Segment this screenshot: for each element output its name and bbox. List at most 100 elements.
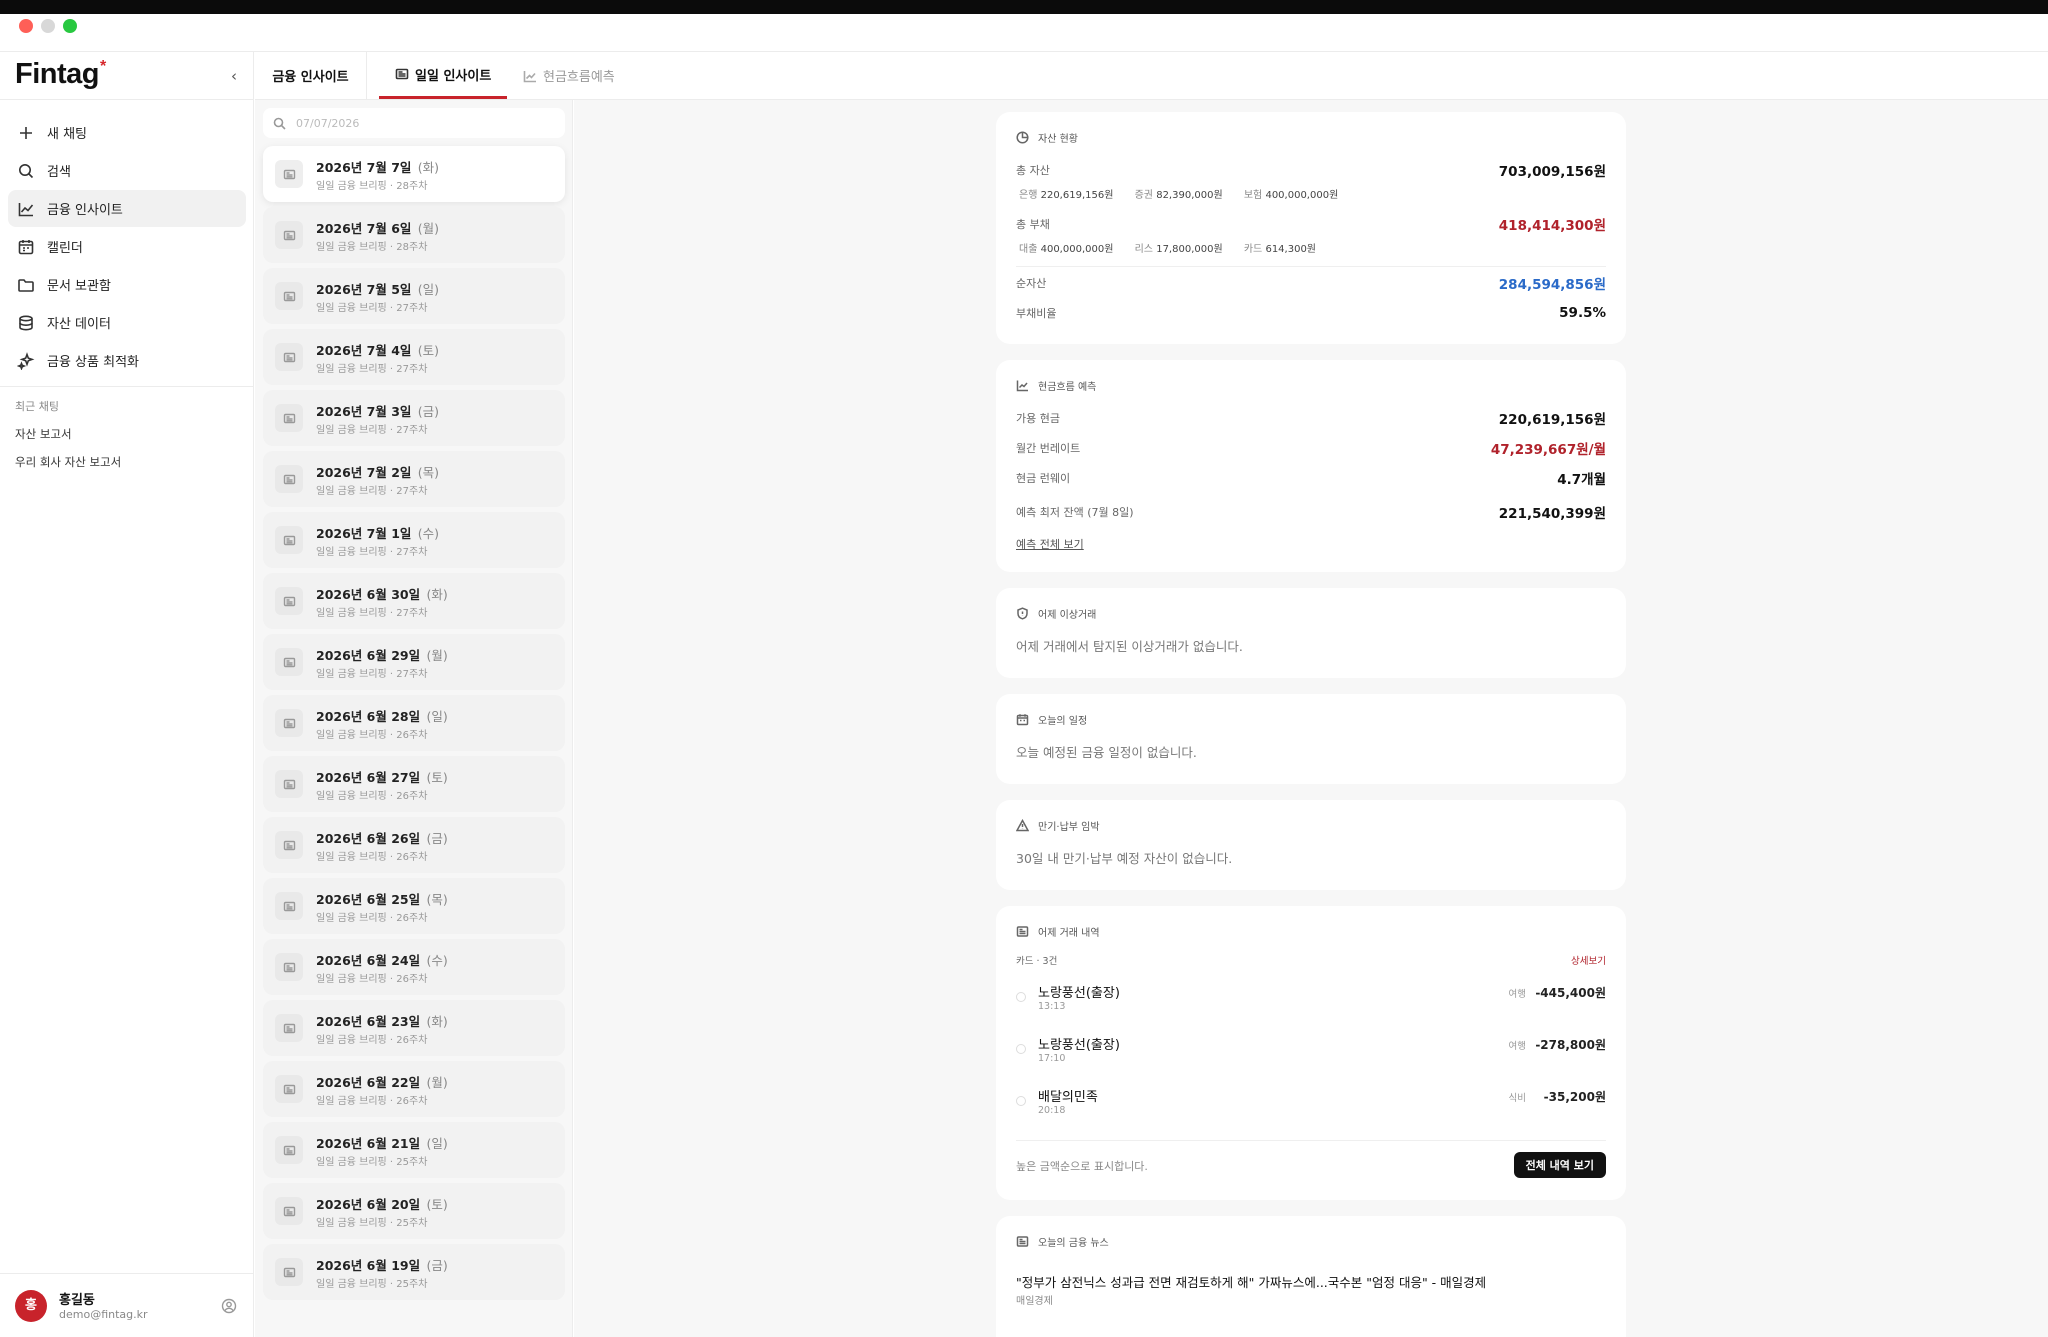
app-logo[interactable]: Fintag* bbox=[15, 58, 106, 91]
news-source: 매일경제 bbox=[1016, 1296, 1053, 1307]
chart-icon bbox=[17, 200, 35, 218]
date-item-subtitle: 일일 금융 브리핑 · 27주차 bbox=[316, 364, 428, 375]
date-item-title: 2026년 6월 28일 (일) bbox=[316, 709, 448, 724]
date-item-title: 2026년 6월 27일 (토) bbox=[316, 770, 448, 785]
calendar-icon bbox=[1016, 714, 1029, 726]
chart-icon bbox=[1016, 380, 1028, 392]
date-list-item[interactable]: 2026년 6월 25일 (목) 일일 금융 브리핑 · 26주차 bbox=[263, 878, 565, 934]
card-header: 어제 이상거래 bbox=[1016, 606, 1096, 621]
date-list-item[interactable]: 2026년 6월 28일 (일) 일일 금융 브리핑 · 26주차 bbox=[263, 695, 565, 751]
date-list-item[interactable]: 2026년 6월 19일 (금) 일일 금융 브리핑 · 25주차 bbox=[263, 1244, 565, 1300]
newspaper-icon bbox=[275, 587, 303, 615]
date-search-input[interactable]: 07/07/2026 bbox=[263, 108, 565, 138]
recent-chat-item[interactable]: 자산 보고서 bbox=[15, 426, 72, 442]
sidebar-item-search[interactable]: 검색 bbox=[8, 152, 246, 189]
newspaper-icon bbox=[275, 648, 303, 676]
date-list-item[interactable]: 2026년 7월 4일 (토) 일일 금융 브리핑 · 27주차 bbox=[263, 329, 565, 385]
window-maximize-button[interactable] bbox=[63, 19, 77, 33]
sidebar-item-label: 검색 bbox=[47, 165, 71, 180]
pie-chart-icon bbox=[1016, 131, 1029, 144]
newspaper-icon bbox=[275, 770, 303, 798]
date-list-item[interactable]: 2026년 6월 30일 (화) 일일 금융 브리핑 · 27주차 bbox=[263, 573, 565, 629]
date-item-title: 2026년 6월 22일 (월) bbox=[316, 1075, 448, 1090]
tab-daily-insight[interactable]: 일일 인사이트 bbox=[379, 52, 508, 99]
sidebar-item-label: 새 채팅 bbox=[47, 127, 88, 142]
date-item-subtitle: 일일 금융 브리핑 · 27주차 bbox=[316, 303, 428, 314]
recent-chat-item[interactable]: 우리 회사 자산 보고서 bbox=[15, 454, 121, 470]
newspaper-icon bbox=[275, 282, 303, 310]
tab-cashflow-forecast[interactable]: 현금흐름예측 bbox=[523, 52, 615, 99]
date-item-subtitle: 일일 금융 브리핑 · 26주차 bbox=[316, 913, 428, 924]
date-list-item[interactable]: 2026년 6월 22일 (월) 일일 금융 브리핑 · 26주차 bbox=[263, 1061, 565, 1117]
divider bbox=[1016, 266, 1606, 267]
date-item-subtitle: 일일 금융 브리핑 · 25주차 bbox=[316, 1218, 428, 1229]
newspaper-icon bbox=[275, 953, 303, 981]
transaction-row[interactable]: 노랑풍선(출장) 13:13 여행 -445,400원 bbox=[1016, 982, 1606, 1022]
date-item-title: 2026년 6월 29일 (월) bbox=[316, 648, 448, 663]
date-item-title: 2026년 7월 6일 (월) bbox=[316, 221, 440, 236]
sidebar-item-documents[interactable]: 문서 보관함 bbox=[8, 266, 246, 303]
date-list-item[interactable]: 2026년 6월 24일 (수) 일일 금융 브리핑 · 26주차 bbox=[263, 939, 565, 995]
shield-icon bbox=[1017, 607, 1028, 620]
date-list-item[interactable]: 2026년 6월 20일 (토) 일일 금융 브리핑 · 25주차 bbox=[263, 1183, 565, 1239]
date-list-item[interactable]: 2026년 7월 2일 (목) 일일 금융 브리핑 · 27주차 bbox=[263, 451, 565, 507]
tab-financial-insight[interactable]: 금융 인사이트 bbox=[255, 52, 367, 99]
user-settings-icon[interactable] bbox=[221, 1298, 237, 1314]
insight-content: 자산 현황 총 자산 703,009,156원 은행 220,619,156원 … bbox=[574, 100, 2048, 1337]
os-top-bar bbox=[0, 0, 2048, 14]
date-list-item[interactable]: 2026년 7월 5일 (일) 일일 금융 브리핑 · 27주차 bbox=[263, 268, 565, 324]
newspaper-icon bbox=[395, 67, 409, 81]
date-list-item[interactable]: 2026년 6월 27일 (토) 일일 금융 브리핑 · 26주차 bbox=[263, 756, 565, 812]
date-list-item[interactable]: 2026년 7월 7일 (화) 일일 금융 브리핑 · 28주차 bbox=[263, 146, 565, 202]
status-dot bbox=[1016, 1096, 1026, 1106]
receipt-icon bbox=[1016, 926, 1029, 937]
date-item-subtitle: 일일 금융 브리핑 · 25주차 bbox=[316, 1279, 428, 1290]
date-list-item[interactable]: 2026년 6월 23일 (화) 일일 금융 브리핑 · 26주차 bbox=[263, 1000, 565, 1056]
sidebar-item-new-chat[interactable]: 새 채팅 bbox=[8, 114, 246, 151]
window-titlebar bbox=[0, 14, 2048, 52]
debt-ratio-row: 부채비율 59.5% bbox=[1016, 305, 1606, 321]
view-details-link[interactable]: 상세보기 bbox=[1571, 953, 1606, 967]
date-item-title: 2026년 7월 7일 (화) bbox=[316, 160, 440, 175]
date-list-item[interactable]: 2026년 6월 26일 (금) 일일 금융 브리핑 · 26주차 bbox=[263, 817, 565, 873]
date-list-item[interactable]: 2026년 6월 21일 (일) 일일 금융 브리핑 · 25주차 bbox=[263, 1122, 565, 1178]
view-all-transactions-button[interactable]: 전체 내역 보기 bbox=[1513, 1152, 1606, 1178]
view-full-forecast-link[interactable]: 예측 전체 보기 bbox=[1016, 536, 1084, 552]
transaction-row[interactable]: 노랑풍선(출장) 17:10 여행 -278,800원 bbox=[1016, 1034, 1606, 1074]
window-close-button[interactable] bbox=[19, 19, 33, 33]
card-header: 오늘의 일정 bbox=[1016, 712, 1087, 727]
transaction-row[interactable]: 배달의민족 20:18 식비 -35,200원 bbox=[1016, 1086, 1606, 1126]
database-icon bbox=[17, 314, 35, 332]
sidebar-item-product-optimization[interactable]: 금융 상품 최적화 bbox=[8, 342, 246, 379]
newspaper-icon bbox=[275, 1075, 303, 1103]
newspaper-icon bbox=[275, 1197, 303, 1225]
cashflow-row: 월간 번레이트 47,239,667원/월 bbox=[1016, 442, 1606, 458]
card-header: 자산 현황 bbox=[1016, 130, 1078, 145]
date-item-title: 2026년 7월 3일 (금) bbox=[316, 404, 440, 419]
date-list-item[interactable]: 2026년 7월 6일 (월) 일일 금융 브리핑 · 28주차 bbox=[263, 207, 565, 263]
logo-mark: * bbox=[100, 58, 106, 75]
sidebar-item-calendar[interactable]: 캘린더 bbox=[8, 228, 246, 265]
recent-chats-heading: 최근 채팅 bbox=[15, 400, 59, 413]
sidebar-item-asset-data[interactable]: 자산 데이터 bbox=[8, 304, 246, 341]
user-profile[interactable]: 홍 홍길동 demo@fintag.kr bbox=[0, 1273, 254, 1337]
cashflow-row: 예측 최저 잔액 (7월 8일) 221,540,399원 bbox=[1016, 506, 1606, 522]
sidebar-item-financial-insight[interactable]: 금융 인사이트 bbox=[8, 190, 246, 227]
date-item-subtitle: 일일 금융 브리핑 · 27주차 bbox=[316, 425, 428, 436]
date-item-title: 2026년 6월 24일 (수) bbox=[316, 953, 448, 968]
newspaper-icon bbox=[275, 221, 303, 249]
date-item-title: 2026년 6월 25일 (목) bbox=[316, 892, 448, 907]
date-item-title: 2026년 6월 23일 (화) bbox=[316, 1014, 448, 1029]
news-headline[interactable]: "정부가 삼전닉스 성과급 전면 재검토하게 해" 가짜뉴스에...국수본 "엄… bbox=[1016, 1272, 1486, 1291]
window-minimize-button[interactable] bbox=[41, 19, 55, 33]
newspaper-icon bbox=[275, 892, 303, 920]
newspaper-icon bbox=[275, 709, 303, 737]
user-email: demo@fintag.kr bbox=[59, 1308, 148, 1321]
date-item-subtitle: 일일 금융 브리핑 · 26주차 bbox=[316, 974, 428, 985]
chart-icon bbox=[523, 69, 537, 83]
date-list-item[interactable]: 2026년 6월 29일 (월) 일일 금융 브리핑 · 27주차 bbox=[263, 634, 565, 690]
date-list-item[interactable]: 2026년 7월 3일 (금) 일일 금융 브리핑 · 27주차 bbox=[263, 390, 565, 446]
date-list-item[interactable]: 2026년 7월 1일 (수) 일일 금융 브리핑 · 27주차 bbox=[263, 512, 565, 568]
sidebar-collapse-button[interactable]: ‹ bbox=[224, 66, 244, 86]
maturity-due-card: 만기·납부 임박 30일 내 만기·납부 예정 자산이 없습니다. bbox=[996, 800, 1626, 890]
